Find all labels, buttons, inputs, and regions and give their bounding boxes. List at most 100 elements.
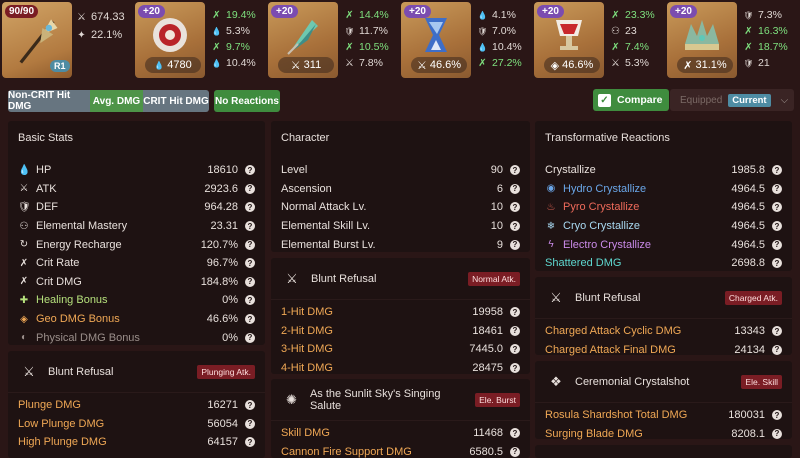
help-icon[interactable]: ? (510, 183, 520, 194)
help-icon[interactable]: ? (245, 314, 255, 325)
help-icon[interactable]: ? (245, 258, 255, 269)
row-label-group: 💧 HP (18, 164, 207, 176)
row-label-group: ❄ Cryo Crystallize (545, 220, 731, 232)
help-icon[interactable]: ? (245, 400, 255, 411)
row-value: 23.31 (210, 220, 238, 233)
help-icon[interactable]: ? (772, 221, 782, 232)
plunge-list: Plunge DMG 16271? Low Plunge DMG 56054? High… (8, 396, 265, 452)
plume-icon (287, 20, 318, 55)
artifact-slot-sands[interactable]: +20 ⚔ 46.6% 💧 4.1% 🛡 7.0% 💧 10.4% ✗ 27.2% (401, 2, 532, 80)
help-icon[interactable]: ? (772, 428, 782, 439)
help-icon[interactable]: ? (510, 307, 520, 318)
help-icon[interactable]: ? (245, 239, 255, 250)
help-icon[interactable]: ? (510, 446, 520, 457)
equipped-select[interactable]: Equipped Current ⌵ (670, 89, 794, 111)
row-value: 4964.5 (731, 182, 765, 195)
healing-icon: ✚ (19, 294, 29, 306)
help-icon[interactable]: ? (510, 221, 520, 232)
help-icon[interactable]: ? (245, 165, 255, 176)
dmg-row: 3-Hit DMG 7445.0? (271, 340, 530, 359)
reaction-row: ◉ Hydro Crystallize 4964.5? (535, 180, 792, 199)
artifact-image-plume[interactable]: +20 ⚔ 311 (268, 2, 338, 78)
row-value: 18610 (207, 164, 238, 177)
row-label: Ascension (281, 182, 332, 195)
help-icon[interactable]: ? (245, 221, 255, 232)
artifact-slot-circlet[interactable]: +20 ✗ 31.1% 🛡 7.3% ✗ 16.3% ✗ 18.7% 🛡 21 (667, 2, 798, 80)
artifact-main-stat: ⚔ 311 (278, 57, 334, 73)
plunging-tag: Plunging Atk. (197, 364, 255, 379)
help-icon[interactable]: ? (510, 325, 520, 336)
help-icon[interactable]: ? (772, 165, 782, 176)
artifact-image-flower[interactable]: +20 💧 4780 (135, 2, 205, 78)
artifact-slot-plume[interactable]: +20 ⚔ 311 ✗ 14.4% 🛡 11.7% ✗ 10.5% ⚔ 7.8% (268, 2, 399, 80)
def-icon: 🛡 (18, 201, 31, 213)
help-icon[interactable]: ? (772, 202, 782, 213)
help-icon[interactable]: ? (772, 410, 782, 421)
flower-icon (153, 18, 187, 52)
substat: 🛡 21 (743, 57, 770, 69)
checkbox-icon[interactable]: ✓ (598, 93, 611, 107)
weapon-slot[interactable]: 90/90 R1 ⚔ 674.33 ✦ 22.1% (2, 2, 133, 80)
hp-pct-icon: 💧 (211, 58, 222, 68)
help-icon[interactable]: ? (245, 183, 255, 194)
stat-row: ◐ Physical DMG Bonus 0%? (8, 328, 265, 347)
help-icon[interactable]: ? (510, 165, 520, 176)
artifact-slot-goblet[interactable]: +20 ◈ 46.6% ✗ 23.3% ⚇ 23 ✗ 7.4% ⚔ 5.3% (534, 2, 665, 80)
goblet-icon (556, 20, 582, 50)
artifact-plus-badge: +20 (670, 5, 697, 18)
help-icon[interactable]: ? (510, 344, 520, 355)
help-icon[interactable]: ? (245, 295, 255, 306)
help-icon[interactable]: ? (245, 202, 255, 213)
help-icon[interactable]: ? (772, 344, 782, 355)
help-icon[interactable]: ? (510, 363, 520, 374)
artifact-image-goblet[interactable]: +20 ◈ 46.6% (534, 2, 604, 78)
character-row: Ascension 6? (271, 180, 530, 199)
compare-button[interactable]: ✓ Compare (593, 89, 669, 111)
no-reactions-toggle[interactable]: No Reactions (214, 90, 280, 112)
claymore-icon: ⚔ (23, 363, 35, 379)
row-label-group: Level (281, 164, 491, 176)
reaction-row: Crystallize 1985.8? (535, 161, 792, 180)
row-value: 9 (496, 238, 503, 251)
row-label-group: Elemental Burst Lv. (281, 239, 497, 251)
row-label: Elemental Skill Lv. (281, 220, 371, 233)
weapon-image[interactable]: 90/90 R1 (2, 2, 72, 78)
help-icon[interactable]: ? (510, 202, 520, 213)
weapon-stat-crit: ✦ 22.1% (77, 29, 123, 41)
crit-hit-toggle[interactable]: CRIT Hit DMG (143, 90, 209, 112)
row-label-group: Skill DMG (281, 427, 473, 439)
atk-icon: ⚔ (290, 59, 301, 72)
transformative-panel: Transformative Reactions Crystallize 1985… (535, 121, 792, 271)
help-icon[interactable]: ? (772, 326, 782, 337)
row-value: 96.7% (206, 257, 238, 270)
dmg-row: High Plunge DMG 64157? (8, 433, 265, 452)
reaction-row: ♨ Pyro Crystallize 4964.5? (535, 198, 792, 217)
help-icon[interactable]: ? (772, 258, 782, 269)
help-icon[interactable]: ? (510, 239, 520, 250)
help-icon[interactable]: ? (245, 332, 255, 343)
row-label: HP (36, 164, 52, 177)
row-label-group: Rosula Shardshot Total DMG (545, 409, 728, 421)
help-icon[interactable]: ? (245, 418, 255, 429)
help-icon[interactable]: ? (245, 437, 255, 448)
geo-icon: ◈ (20, 313, 28, 325)
row-value: 13343 (734, 325, 765, 338)
substat: ✗ 16.3% (744, 25, 788, 37)
help-icon[interactable]: ? (510, 428, 520, 439)
help-icon[interactable]: ? (772, 183, 782, 194)
electro-icon: ϟ (548, 239, 554, 251)
help-icon[interactable]: ? (245, 276, 255, 287)
avg-dmg-toggle[interactable]: Avg. DMG (90, 90, 143, 112)
row-label-group: 2-Hit DMG (281, 325, 472, 337)
artifact-main-stat: ✗ 31.1% (677, 57, 733, 73)
noncrit-toggle[interactable]: Non-CRIT Hit DMG (8, 90, 90, 112)
row-label-group: Charged Attack Cyclic DMG (545, 325, 734, 337)
artifact-image-circlet[interactable]: +20 ✗ 31.1% (667, 2, 737, 78)
artifact-slot-flower[interactable]: +20 💧 4780 ✗ 19.4% 💧 5.3% ✗ 9.7% 💧 10.4% (135, 2, 266, 80)
row-label: Electro Crystallize (563, 238, 652, 251)
artifact-image-sands[interactable]: +20 ⚔ 46.6% (401, 2, 471, 78)
help-icon[interactable]: ? (772, 239, 782, 250)
row-label-group: 🛡 DEF (18, 201, 204, 213)
chevron-down-icon[interactable]: ⌵ (781, 95, 789, 106)
artifact-substats: ✗ 14.4% 🛡 11.7% ✗ 10.5% ⚔ 7.8% (338, 2, 388, 80)
